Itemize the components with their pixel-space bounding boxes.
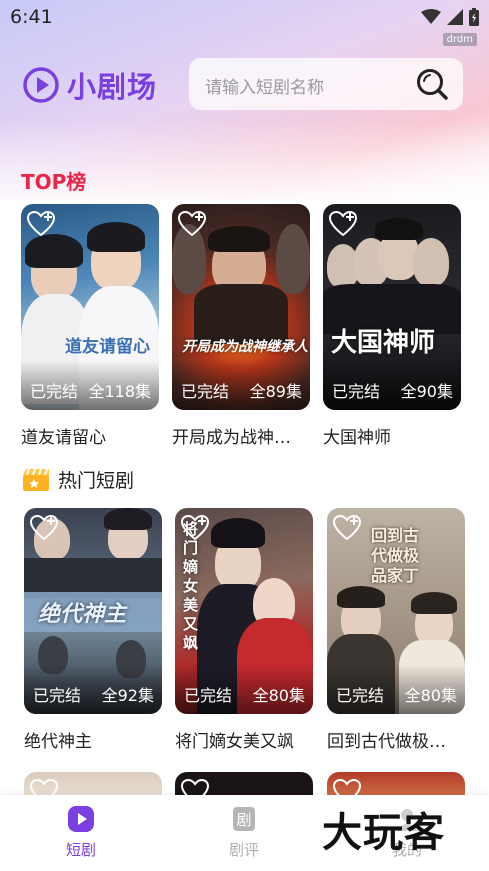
drama-poster[interactable]: 开局成为战神继承人 已完结 全89集 [172,204,310,410]
drama-episodes: 全92集 [101,686,154,705]
drama-poster[interactable]: 绝代神主 已完结 全92集 [24,508,162,714]
drama-poster[interactable]: 回到古代做极品家丁 已完结 全80集 [327,508,465,714]
drama-episodes: 全89集 [249,382,302,401]
drama-status: 已完结 [332,382,381,401]
drama-status: 已完结 [336,686,385,705]
play-tab-icon [68,806,94,832]
drama-episodes: 全80集 [404,686,457,705]
poster-art-text: 回到古代做极品家丁 [371,526,420,585]
drama-status: 已完结 [33,686,82,705]
battery-icon [469,8,479,26]
drama-episodes: 全118集 [88,382,151,401]
drama-episodes: 全80集 [252,686,305,705]
status-bar: 6:41 drdm [0,0,489,46]
drama-title[interactable]: 绝代神主 [24,727,162,752]
tab-label: 剧评 [228,841,259,859]
drama-status: 已完结 [184,686,233,705]
drama-card[interactable]: 开局成为战神继承人 已完结 全89集 开局成为战神… [172,204,310,448]
poster-art-text: 绝代神主 [38,602,127,627]
poster-art-text: 道友请留心 [65,337,150,357]
drama-card[interactable]: 道友请留心 已完结 全118集 道友请留心 [21,204,159,448]
drama-card[interactable]: 大国神师 已完结 全90集 大国神师 [323,204,461,448]
status-time: 6:41 [10,6,53,28]
watermark-text: 大玩客 [322,810,445,856]
drama-status: 已完结 [181,382,230,401]
drama-status: 已完结 [30,382,79,401]
favorite-add-icon[interactable] [29,513,59,543]
clapperboard-icon [23,468,49,491]
search-input[interactable]: 请输入短剧名称 [205,73,324,98]
drama-review-tab-icon: 剧 [233,807,255,831]
hot-section-label: 热门短剧 [58,470,135,492]
app-header: 小剧场 请输入短剧名称 [0,58,489,112]
hot-section-title: 热门短剧 [22,466,134,493]
drama-card[interactable]: 绝代神主 已完结 全92集 绝代神主 [24,508,162,752]
svg-text:剧: 剧 [236,811,251,829]
tab-short-drama[interactable]: 短剧 [41,805,121,860]
drama-poster[interactable]: 将门嫡女美又飒 已完结 全80集 [175,508,313,714]
play-circle-logo-icon [23,67,59,103]
favorite-add-icon[interactable] [328,209,358,239]
favorite-add-icon[interactable] [332,513,362,543]
drama-poster[interactable]: 大国神师 已完结 全90集 [323,204,461,410]
signal-icon [447,9,463,25]
app-logo: 小剧场 [22,64,157,106]
favorite-add-icon[interactable] [177,209,207,239]
drama-title[interactable]: 将门嫡女美又飒 [175,727,313,752]
poster-art-text: 开局成为战神继承人 [182,339,308,355]
drama-title[interactable]: 开局成为战神… [172,423,310,448]
header-background-fade [0,120,489,210]
wifi-icon [421,9,441,24]
drama-card[interactable]: 将门嫡女美又飒 已完结 全80集 将门嫡女美又飒 [175,508,313,752]
poster-art-text: 大国神师 [331,328,436,358]
search-box[interactable]: 请输入短剧名称 [189,58,463,110]
drama-title[interactable]: 大国神师 [323,423,461,448]
drama-title[interactable]: 道友请留心 [21,423,159,448]
drama-episodes: 全90集 [400,382,453,401]
drama-poster[interactable]: 道友请留心 已完结 全118集 [21,204,159,410]
favorite-add-icon[interactable] [26,209,56,239]
status-tag: drdm [442,33,477,46]
app-name: 小剧场 [67,70,158,104]
favorite-add-icon[interactable] [180,513,210,543]
top-section-title: TOP榜 [21,170,87,194]
status-icons [421,8,479,26]
drama-title[interactable]: 回到古代做极… [327,727,465,752]
drama-card[interactable]: 回到古代做极品家丁 已完结 全80集 回到古代做极… [327,508,465,752]
tab-reviews[interactable]: 剧 剧评 [204,805,284,860]
tab-label: 短剧 [65,841,96,859]
search-icon[interactable] [415,67,449,101]
